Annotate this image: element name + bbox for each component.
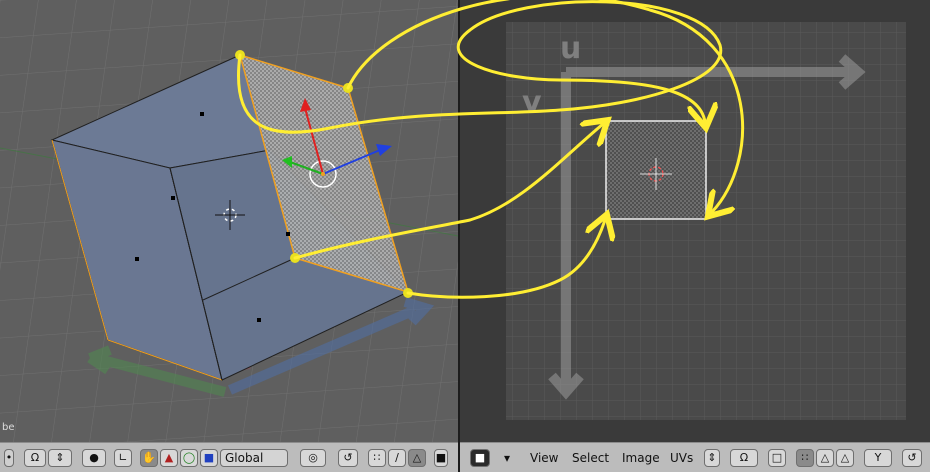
uv-edge-select-icon[interactable]: △ [816,449,834,467]
menu-image[interactable]: Image [622,449,660,467]
menu-select[interactable]: Select [572,449,609,467]
uv-editor[interactable]: u v [460,0,930,442]
align-icon[interactable]: ∟ [114,449,132,467]
face-dot [257,318,261,322]
face-select-icon[interactable]: △ [408,449,426,467]
face-dot [171,196,175,200]
edge-select-icon[interactable]: ∕ [388,449,406,467]
object-name-fragment: be [2,422,15,433]
editor-stage: u v [0,0,930,472]
window-divider[interactable] [458,0,460,472]
menu-uvs[interactable]: UVs [670,449,693,467]
uv-vertex-select-icon[interactable]: ∷ [796,449,814,467]
pivot-icon[interactable]: • [4,449,14,467]
mode-icon[interactable]: Ω [24,449,46,467]
v-axis-label: v [522,85,542,120]
dropdown-icon[interactable]: ▾ [504,449,516,467]
sync-icon[interactable]: Ω [730,449,758,467]
mode-stepper[interactable]: ⇕ [48,449,72,467]
circle-icon[interactable]: ◯ [180,449,198,467]
image-browse-icon[interactable]: ■ [470,449,490,467]
pivot-stepper[interactable]: ⇕ [704,449,720,467]
sticky-icon[interactable]: □ [768,449,786,467]
menu-view[interactable]: View [530,449,558,467]
proportional-icon[interactable]: ↺ [338,449,358,467]
uv-editor-header: ■ ▾ View Select Image UVs ⇕ Ω □ ∷ △ △ Υ … [460,442,930,472]
face-dot [200,112,204,116]
orientation-value: Global [225,451,264,465]
view-icon[interactable]: Υ [864,449,892,467]
u-axis-label: u [560,31,581,66]
orientation-select[interactable]: Global [220,449,288,467]
layer-icon[interactable]: ● [82,449,106,467]
occlude-icon[interactable]: ■ [434,449,448,467]
triangle-icon[interactable]: ▲ [160,449,178,467]
vertex-select-icon[interactable]: ∷ [368,449,386,467]
link-icon[interactable]: ↺ [902,449,922,467]
snap-icon[interactable]: ◎ [300,449,326,467]
face-dot [135,257,139,261]
square-icon[interactable]: ■ [200,449,218,467]
3d-view-header: be • Ω ⇕ ● ∟ ✋ ▲ ◯ ■ Global ◎ ↺ ∷ ∕ △ ■ [0,422,458,472]
hand-icon[interactable]: ✋ [140,449,158,467]
face-dot [286,232,290,236]
uv-face-select-icon[interactable]: △ [836,449,854,467]
